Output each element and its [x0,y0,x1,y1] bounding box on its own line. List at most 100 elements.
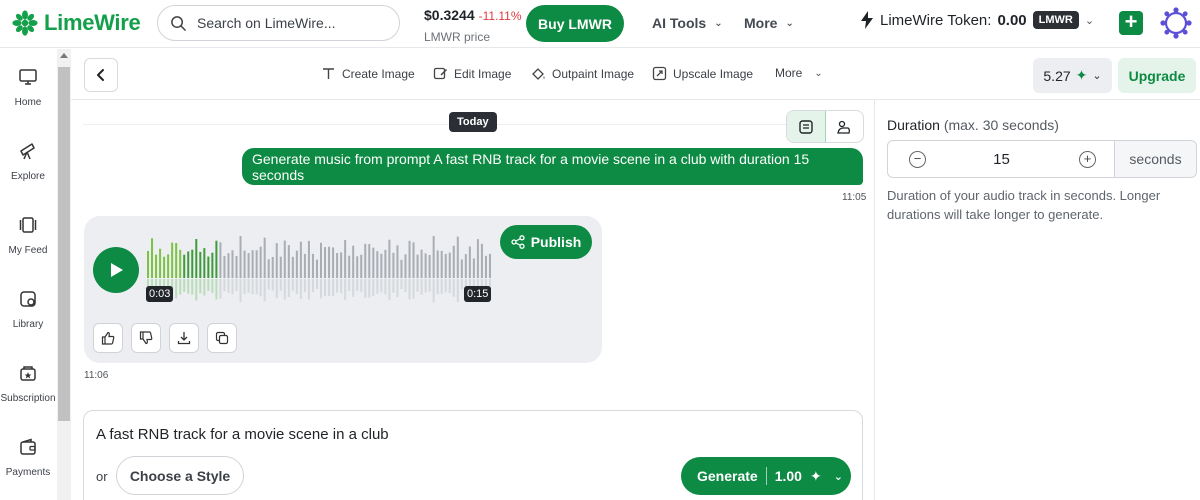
waveform-reflection [320,279,322,299]
scrollbar-thumb[interactable] [58,67,70,421]
hand-icon [837,120,851,134]
reply-time: 11:06 [84,370,109,381]
waveform-bar [227,253,230,278]
date-divider [83,124,793,125]
waveform-bar [372,247,375,278]
waveform-bar [456,236,459,278]
waveform-bar [235,255,238,278]
waveform-bar [376,251,379,278]
waveform-reflection [324,279,327,297]
tool-label: Upscale Image [673,66,754,81]
tool-outpaint-image[interactable]: Outpaint Image [531,66,634,81]
waveform-bar [332,247,335,278]
add-button[interactable]: + [1119,11,1143,35]
sidebar-item-payments[interactable]: Payments [0,437,56,478]
waveform-bar [311,253,314,278]
waveform-bar [404,254,407,278]
waveform-bar [380,253,383,278]
waveform-reflection [219,279,222,299]
waveform-reflection [360,279,363,292]
limewire-logo-icon [12,10,38,36]
like-button[interactable] [93,323,123,353]
waveform-reflection [231,279,234,295]
download-button[interactable] [169,323,199,353]
duration-field[interactable]: − 15 + [888,141,1115,177]
tool-more-label: More [775,66,803,80]
waveform-bar [360,254,363,278]
generate-cost: 1.00 [774,468,802,484]
ai-tools-menu[interactable]: AI Tools ⌄ [652,15,723,31]
more-menu[interactable]: More ⌄ [744,15,794,31]
chevron-down-icon: ⌄ [1084,14,1095,27]
prompt-input[interactable]: A fast RNB track for a movie scene in a … [96,426,389,443]
waveform-bar [452,245,455,278]
sidebar-item-subscription[interactable]: Subscription [0,363,56,404]
waveform-bar [364,243,367,278]
waveform-reflection [364,279,367,298]
waveform-bar [195,239,198,278]
sidebar-item-library[interactable]: Library [0,289,56,330]
waveform-reflection [332,279,335,296]
waveform-bar [400,259,403,278]
increment-button[interactable]: + [1079,151,1096,168]
token-balance[interactable]: LimeWire Token: 0.00 LMWR ⌄ [860,11,1094,29]
waveform-bar [476,239,479,278]
sidebar-item-explore[interactable]: Explore [0,141,56,182]
waveform-bar [408,240,411,278]
sidebar-item-home[interactable]: Home [0,67,56,108]
waveform-reflection [299,279,302,299]
waveform-reflection [428,279,431,292]
waveform-bar [291,256,294,278]
tool-upscale-image[interactable]: Upscale Image [652,66,753,81]
waveform-bar [251,250,254,278]
waveform-reflection [400,279,403,289]
credits-button[interactable]: 5.27 ✦ ⌄ [1033,58,1112,93]
tool-create-image[interactable]: Create Image [321,66,415,81]
sidebar-item-label: Payments [5,467,51,478]
ai-tools-label: AI Tools [652,15,707,31]
tool-edit-image[interactable]: Edit Image [433,66,511,81]
buy-lmwr-button[interactable]: Buy LMWR [526,5,624,42]
waveform-bar [412,242,415,278]
back-button[interactable] [84,58,118,92]
scroll-up-icon[interactable] [60,53,68,58]
waveform-bar [239,236,242,278]
sidebar-scrollbar[interactable] [57,49,71,500]
gallery-view-button[interactable] [826,111,864,142]
current-time: 0:03 [146,286,174,302]
sparkle-icon: ✦ [1075,67,1088,83]
chat-view-button[interactable] [787,111,826,142]
avatar[interactable] [1160,7,1192,39]
separator [765,467,767,485]
waveform-bar [384,249,387,278]
dislike-button[interactable] [131,323,161,353]
total-duration: 0:15 [464,286,492,302]
wallet-icon [20,438,36,455]
chevron-down-icon[interactable]: ⌄ [834,470,843,483]
generate-button[interactable]: Generate 1.00 ✦ ⌄ [681,457,851,495]
waveform-bar [352,245,355,278]
search-input[interactable]: Search on LimeWire... [157,5,400,41]
play-button[interactable] [93,247,139,293]
waveform-bar [171,242,174,278]
waveform-bar [231,250,234,278]
sidebar-item-my-feed[interactable]: My Feed [0,215,56,256]
waveform-reflection [396,279,399,297]
chevron-down-icon: ⌄ [1092,70,1102,82]
waveform-bar [275,243,278,278]
limewire-logo[interactable]: LimeWire [12,10,141,36]
credits-value: 5.27 [1043,67,1071,84]
copy-button[interactable] [207,323,237,353]
share-icon [511,235,525,249]
duration-unit: seconds [1115,141,1196,177]
tool-more-menu[interactable]: More ⌄ [775,66,823,80]
waveform-bar [340,252,343,278]
upgrade-button[interactable]: Upgrade [1118,58,1196,93]
lmwr-price: $0.3244 -11.11% LMWR price [424,7,522,44]
waveform-reflection [456,279,459,302]
waveform-bar [183,254,186,278]
audio-waveform[interactable] [146,236,492,306]
publish-button[interactable]: Publish [500,225,592,259]
search-placeholder: Search on LimeWire... [197,15,336,31]
choose-style-button[interactable]: Choose a Style [116,456,244,495]
